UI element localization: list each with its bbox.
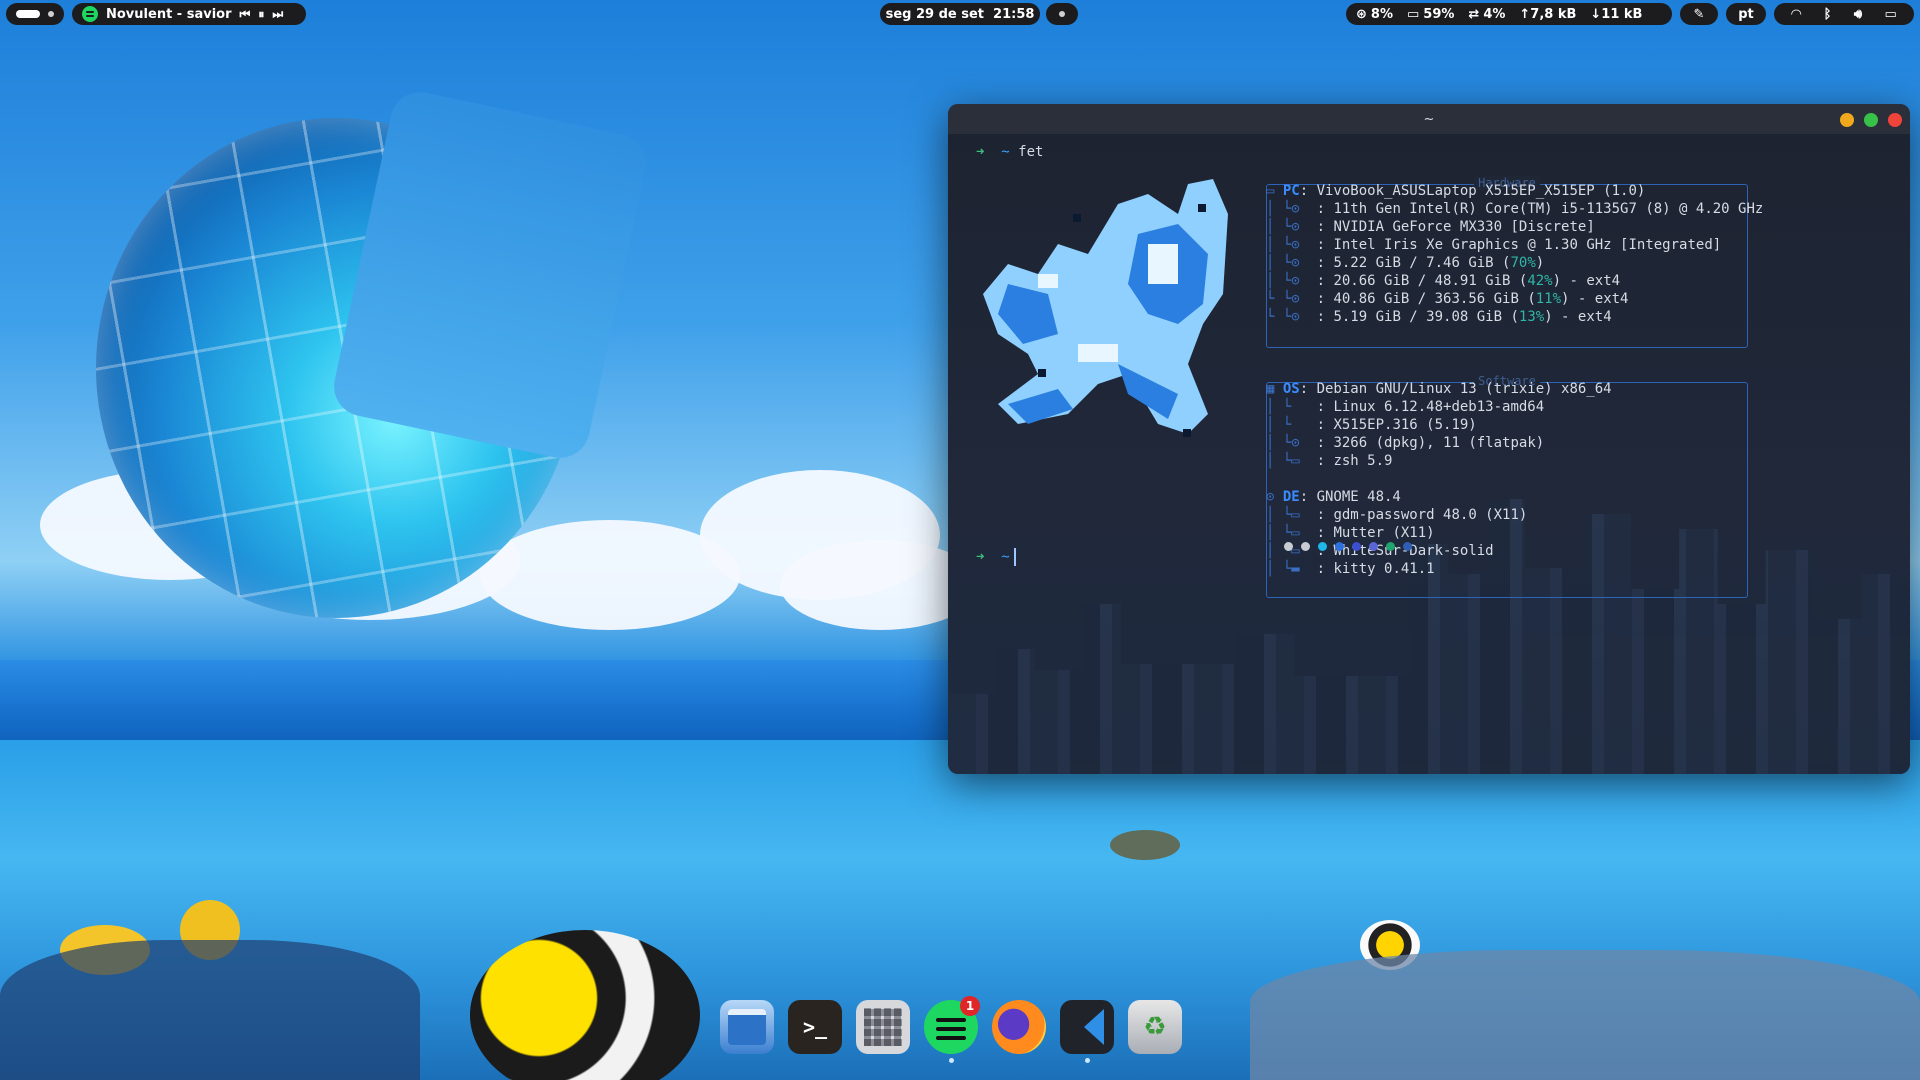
os-value: Debian GNU/Linux 13 (trixie) x86_64 <box>1316 381 1612 397</box>
notification-badge: 1 <box>960 996 980 1016</box>
palette-dot <box>1301 542 1310 551</box>
color-picker-button[interactable]: ✎ <box>1680 3 1718 25</box>
terminal-content[interactable]: ➜ ~ fet Hardware ▭ PC: VivoBook_ASUSLapt… <box>948 134 1910 774</box>
login-manager-value: gdm-password 48.0 (X11) <box>1333 507 1528 523</box>
dock: >_ 1 ♻ <box>720 996 1182 1063</box>
memory-icon: ▭ <box>1406 6 1420 22</box>
window-manager-value: Mutter (X11) <box>1333 525 1435 541</box>
disk2-value: 40.86 GiB / 363.56 GiB ( <box>1333 291 1536 307</box>
cpu-value: 11th Gen Intel(R) Core(TM) i5-1135G7 (8)… <box>1333 201 1764 217</box>
running-indicator <box>1085 1058 1090 1063</box>
pause-icon[interactable]: ⏸ <box>258 7 264 22</box>
spotify-icon[interactable]: 1 <box>924 996 980 1063</box>
shell-value: zsh 5.9 <box>1333 453 1393 469</box>
palette-dot <box>1403 542 1412 551</box>
next-track-icon[interactable]: ⏭ <box>272 7 283 22</box>
bluetooth-icon: ᛒ <box>1823 6 1832 22</box>
swap-icon: ⇄ <box>1468 6 1480 22</box>
clock[interactable]: seg 29 de set 21:58 <box>880 3 1040 25</box>
firefox-icon[interactable] <box>992 1000 1046 1054</box>
eyedropper-icon: ✎ <box>1693 6 1705 22</box>
palette-dot <box>1318 542 1327 551</box>
ascii-bird-logo <box>983 179 1228 437</box>
notification-indicator[interactable] <box>1046 3 1078 25</box>
recycle-symbol-icon: ♻ <box>1143 1012 1167 1042</box>
vscode-icon[interactable] <box>1060 1000 1114 1063</box>
palette-dot <box>1284 542 1293 551</box>
spotify-icon <box>82 6 98 22</box>
color-palette <box>1284 542 1412 551</box>
download-speed: ↓11 kB <box>1590 6 1643 22</box>
notification-dot-icon <box>1059 11 1065 17</box>
packages-value: 3266 (dpkg), 11 (flatpak) <box>1333 435 1545 451</box>
gpu-integrated-value: Intel Iris Xe Graphics @ 1.30 GHz [Integ… <box>1333 237 1722 253</box>
active-workspace-dot[interactable] <box>16 10 40 18</box>
system-menu[interactable]: ◠ ᛒ 🔊︎ ▭ <box>1774 3 1914 25</box>
memory-usage: ▭ 59% <box>1406 6 1455 22</box>
close-button[interactable] <box>1888 113 1902 127</box>
files-icon[interactable] <box>720 1000 774 1054</box>
running-indicator <box>949 1058 954 1063</box>
date-time: seg 29 de set 21:58 <box>885 6 1035 22</box>
volume-icon: 🔊︎ <box>1853 6 1863 22</box>
palette-dot <box>1335 542 1344 551</box>
active-prompt[interactable]: ➜ ~ <box>976 548 1016 566</box>
text-cursor <box>1013 548 1016 566</box>
upload-speed: ↑7,8 kB <box>1519 6 1577 22</box>
pc-value: VivoBook_ASUSLaptop X515EP_X515EP (1.0) <box>1316 183 1646 199</box>
command-line: ➜ ~ fet <box>976 144 1044 160</box>
trash-icon[interactable]: ♻ <box>1128 1000 1182 1054</box>
wifi-icon: ◠ <box>1791 6 1802 22</box>
disk1-value: 20.66 GiB / 48.91 GiB ( <box>1333 273 1528 289</box>
palette-dot <box>1352 542 1361 551</box>
disk3-value: 5.19 GiB / 39.08 GiB ( <box>1333 309 1519 325</box>
terminal-titlebar[interactable]: ~ <box>948 104 1910 134</box>
system-monitor[interactable]: ⊛ 8% ▭ 59% ⇄ 4% ↑7,8 kB ↓11 kB <box>1346 3 1672 25</box>
terminal-icon[interactable]: >_ <box>788 1000 842 1054</box>
previous-track-icon[interactable]: ⏮ <box>240 7 251 22</box>
battery-icon: ▭ <box>1884 6 1897 22</box>
minimize-button[interactable] <box>1840 113 1854 127</box>
de-value: GNOME 48.4 <box>1316 489 1401 505</box>
calculator-icon[interactable] <box>856 1000 910 1054</box>
maximize-button[interactable] <box>1864 113 1878 127</box>
workspace-indicator[interactable] <box>6 3 64 25</box>
keyboard-layout-label: pt <box>1738 6 1754 22</box>
memory-value: 5.22 GiB / 7.46 GiB ( <box>1333 255 1511 271</box>
bios-value: X515EP.316 (5.19) <box>1333 417 1477 433</box>
terminal-emulator-value: kitty 0.41.1 <box>1333 561 1435 577</box>
window-title: ~ <box>1423 111 1435 127</box>
swap-usage: ⇄ 4% <box>1468 6 1506 22</box>
media-player[interactable]: Novulent - savior ⏮ ⏸ ⏭ <box>72 3 306 25</box>
cpu-usage: ⊛ 8% <box>1356 6 1393 22</box>
palette-dot <box>1369 542 1378 551</box>
palette-dot <box>1386 542 1395 551</box>
cpu-icon: ⊛ <box>1356 6 1367 22</box>
workspace-dot[interactable] <box>48 11 54 17</box>
command-text: fet <box>1018 144 1044 160</box>
media-track-title: Novulent - savior <box>106 6 232 22</box>
keyboard-layout-button[interactable]: pt <box>1726 3 1766 25</box>
terminal-window[interactable]: ~ ➜ ~ fet Hardware ▭ PC: VivoBook_ASUSLa… <box>948 104 1910 774</box>
top-bar: Novulent - savior ⏮ ⏸ ⏭ seg 29 de set 21… <box>0 0 1920 28</box>
gpu-discrete-value: NVIDIA GeForce MX330 [Discrete] <box>1333 219 1595 235</box>
kernel-value: Linux 6.12.48+deb13-amd64 <box>1333 399 1545 415</box>
